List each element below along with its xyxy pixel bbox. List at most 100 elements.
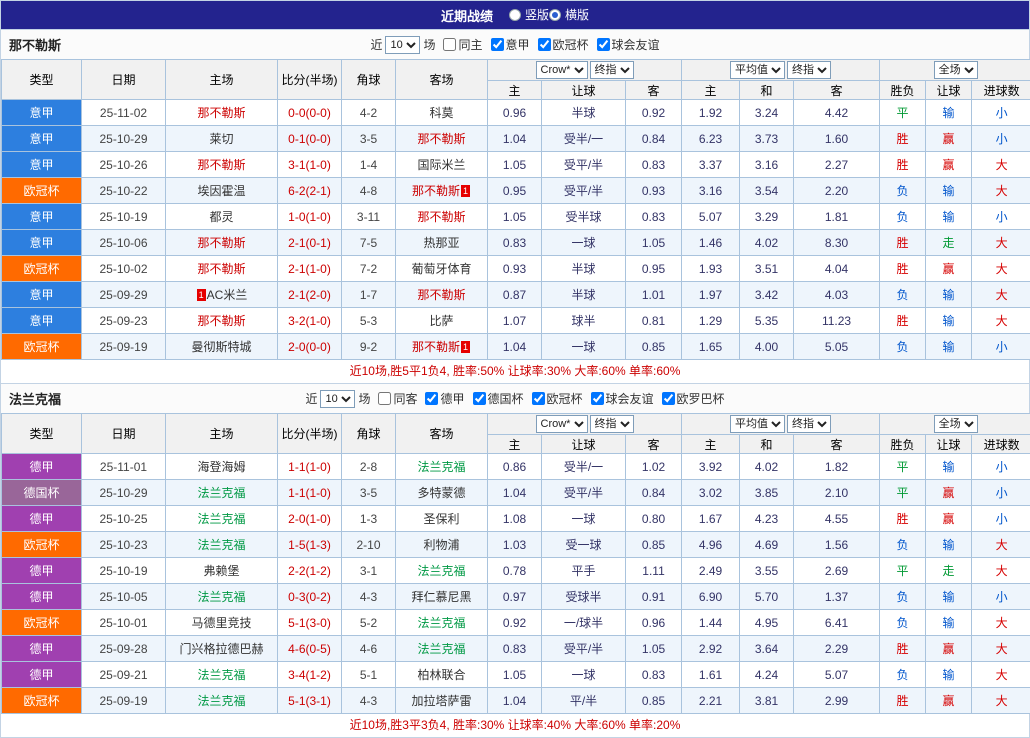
- away-team-name: 法兰克福: [417, 642, 465, 656]
- filter-checkbox-欧罗巴杯[interactable]: 欧罗巴杯: [662, 390, 725, 407]
- handicap-result-cell: 赢: [926, 506, 972, 532]
- checkbox-icon[interactable]: [378, 392, 391, 405]
- home-team-name: 法兰克福: [197, 668, 245, 682]
- checkbox-icon[interactable]: [443, 38, 456, 51]
- checkbox-icon[interactable]: [538, 38, 551, 51]
- score-cell: 0-1(0-0): [278, 126, 342, 152]
- league-cell: 德甲: [2, 454, 82, 480]
- away-team-cell: 那不勒斯: [396, 126, 488, 152]
- layout-radio-horizontal[interactable]: 横版: [549, 6, 589, 23]
- handicap-result-cell: 走: [926, 558, 972, 584]
- result-cell: 负: [880, 282, 926, 308]
- euro-draw-odds-cell: 3.29: [740, 204, 794, 230]
- corner-cell: 4-6: [342, 636, 396, 662]
- scope-select[interactable]: 全场: [934, 61, 978, 79]
- away-team-name: 拜仁慕尼黑: [411, 590, 471, 604]
- date-cell: 25-09-23: [82, 308, 166, 334]
- euro-odds-select[interactable]: 终指: [787, 61, 831, 79]
- filter-checkbox-意甲[interactable]: 意甲: [491, 36, 530, 53]
- section-header-strip: 那不勒斯近10场同主意甲欧冠杯球会友谊: [1, 30, 1029, 59]
- team-section-1: 那不勒斯近10场同主意甲欧冠杯球会友谊类型日期主场比分(半场)角球客场Crow*…: [1, 29, 1029, 383]
- checkbox-label-text: 同客: [393, 390, 417, 407]
- goals-cell: 大: [972, 610, 1030, 636]
- checkbox-icon[interactable]: [473, 392, 486, 405]
- checkbox-icon[interactable]: [491, 38, 504, 51]
- handicap-cell: 受平/半: [542, 152, 626, 178]
- asia-odds-select[interactable]: Crow*: [536, 415, 588, 433]
- goals-cell: 大: [972, 152, 1030, 178]
- euro-home-odds-cell: 1.93: [682, 256, 740, 282]
- filter-checkbox-德甲[interactable]: 德甲: [425, 390, 464, 407]
- away-team-cell: 法兰克福: [396, 610, 488, 636]
- euro-home-odds-cell: 1.61: [682, 662, 740, 688]
- away-team-name: 那不勒斯: [417, 288, 465, 302]
- filter-bar: 近10场同主意甲欧冠杯球会友谊: [370, 36, 659, 54]
- filter-checkbox-德国杯[interactable]: 德国杯: [473, 390, 524, 407]
- filter-checkbox-球会友谊[interactable]: 球会友谊: [591, 390, 654, 407]
- date-cell: 25-10-29: [82, 480, 166, 506]
- scope-select[interactable]: 全场: [934, 415, 978, 433]
- layout-radio-vertical[interactable]: 竖版: [509, 6, 549, 23]
- column-subheader: 主: [488, 435, 542, 454]
- away-team-name: 利物浦: [423, 538, 459, 552]
- asia-odds-select[interactable]: 终指: [590, 415, 634, 433]
- result-cell: 胜: [880, 308, 926, 334]
- asia-away-odds-cell: 0.83: [626, 152, 682, 178]
- handicap-result-cell: 赢: [926, 152, 972, 178]
- checkbox-icon[interactable]: [425, 392, 438, 405]
- asia-home-odds-cell: 0.87: [488, 282, 542, 308]
- filter-checkbox-球会友谊[interactable]: 球会友谊: [597, 36, 660, 53]
- goals-cell: 大: [972, 532, 1030, 558]
- results-table: 类型日期主场比分(半场)角球客场Crow*终指平均值终指全场主让球客主和客胜负让…: [1, 59, 1030, 360]
- euro-odds-select[interactable]: 终指: [787, 415, 831, 433]
- filter-checkbox-同主[interactable]: 同主: [443, 36, 482, 53]
- euro-away-odds-cell: 2.27: [794, 152, 880, 178]
- handicap-result-cell: 输: [926, 204, 972, 230]
- checkbox-icon[interactable]: [532, 392, 545, 405]
- asia-odds-select[interactable]: 终指: [590, 61, 634, 79]
- checkbox-icon[interactable]: [597, 38, 610, 51]
- result-cell: 平: [880, 558, 926, 584]
- euro-home-odds-cell: 1.92: [682, 100, 740, 126]
- recent-count-select[interactable]: 10: [385, 36, 420, 54]
- summary-line: 近10场,胜5平1负4, 胜率:50% 让球率:30% 大率:60% 单率:60…: [1, 360, 1029, 383]
- recent-count-select[interactable]: 10: [320, 390, 355, 408]
- asia-home-odds-cell: 1.05: [488, 152, 542, 178]
- corner-cell: 4-2: [342, 100, 396, 126]
- sections-container: 那不勒斯近10场同主意甲欧冠杯球会友谊类型日期主场比分(半场)角球客场Crow*…: [1, 29, 1029, 737]
- column-subheader: 客: [794, 435, 880, 454]
- filter-checkbox-欧冠杯[interactable]: 欧冠杯: [538, 36, 589, 53]
- home-team-name: 那不勒斯: [197, 314, 245, 328]
- asia-odds-select[interactable]: Crow*: [536, 61, 588, 79]
- euro-away-odds-cell: 1.60: [794, 126, 880, 152]
- league-cell: 欧冠杯: [2, 178, 82, 204]
- score-cell: 2-1(1-0): [278, 256, 342, 282]
- euro-home-odds-cell: 1.97: [682, 282, 740, 308]
- column-subheader: 主: [682, 435, 740, 454]
- euro-odds-select[interactable]: 平均值: [730, 415, 785, 433]
- euro-odds-select[interactable]: 平均值: [730, 61, 785, 79]
- match-row: 德甲25-09-28门兴格拉德巴赫4-6(0-5)4-6法兰克福0.83受平/半…: [2, 636, 1030, 662]
- home-team-name: 那不勒斯: [197, 262, 245, 276]
- checkbox-icon[interactable]: [591, 392, 604, 405]
- filter-checkbox-欧冠杯[interactable]: 欧冠杯: [532, 390, 583, 407]
- home-team-name: AC米兰: [207, 288, 248, 302]
- match-row: 德国杯25-10-29法兰克福1-1(1-0)3-5多特蒙德1.04受平/半0.…: [2, 480, 1030, 506]
- home-team-cell: 曼彻斯特城: [166, 334, 278, 360]
- handicap-cell: 受球半: [542, 584, 626, 610]
- checkbox-icon[interactable]: [662, 392, 675, 405]
- score-cell: 2-1(0-1): [278, 230, 342, 256]
- home-team-name: 都灵: [209, 210, 233, 224]
- filter-checkbox-同客[interactable]: 同客: [378, 390, 417, 407]
- match-row: 欧冠杯25-10-01马德里竞技5-1(3-0)5-2法兰克福0.92一/球半0…: [2, 610, 1030, 636]
- euro-home-odds-cell: 3.92: [682, 454, 740, 480]
- home-team-name: 莱切: [209, 132, 233, 146]
- euro-home-odds-cell: 2.49: [682, 558, 740, 584]
- asia-home-odds-cell: 1.04: [488, 126, 542, 152]
- euro-home-odds-cell: 1.46: [682, 230, 740, 256]
- match-row: 德甲25-10-19弗赖堡2-2(1-2)3-1法兰克福0.78平手1.112.…: [2, 558, 1030, 584]
- goals-cell: 大: [972, 178, 1030, 204]
- home-team-name: 法兰克福: [197, 486, 245, 500]
- handicap-result-cell: 走: [926, 230, 972, 256]
- away-team-name: 加拉塔萨雷: [411, 694, 471, 708]
